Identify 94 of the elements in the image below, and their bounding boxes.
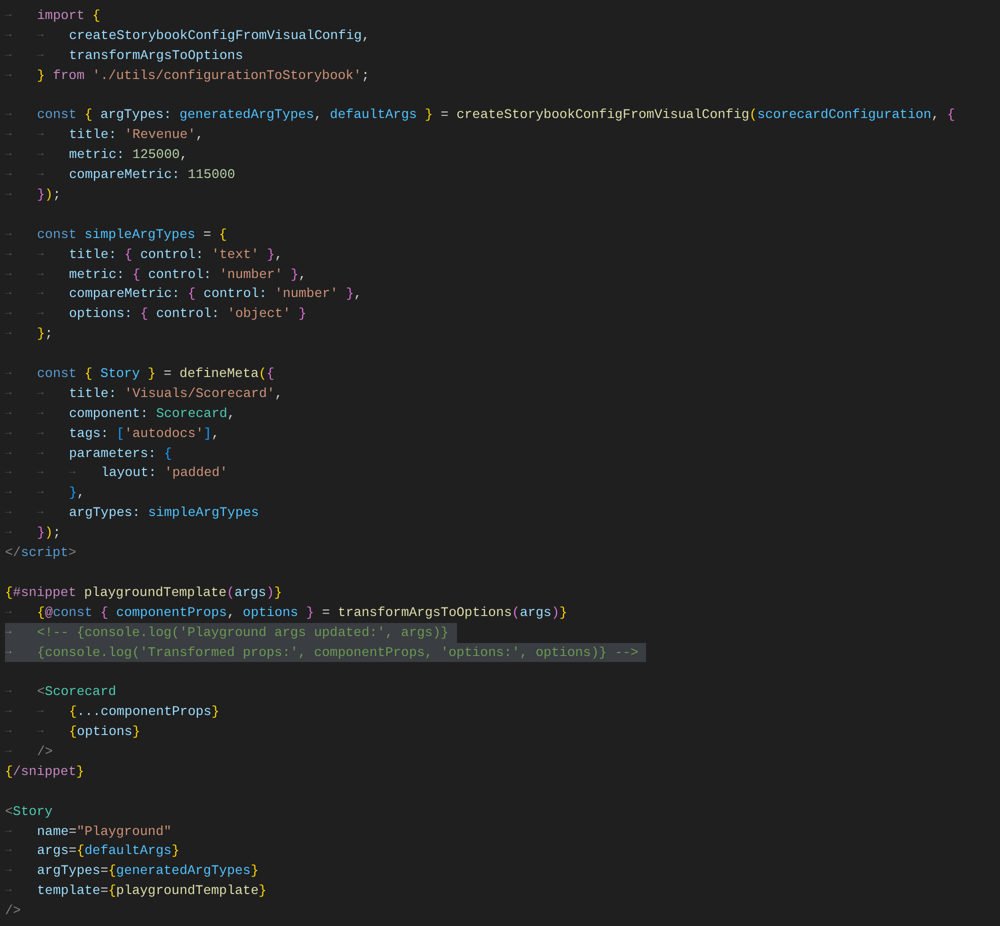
code-line: <Story <box>5 802 52 821</box>
tab-marker: → <box>5 824 13 839</box>
tab-marker: → <box>37 246 45 262</box>
tab-marker: → <box>5 465 13 480</box>
tab-marker: → <box>5 107 13 122</box>
tab-marker: → <box>5 505 13 520</box>
tab-marker: → <box>5 704 13 720</box>
tab-marker: → <box>5 843 13 858</box>
code-line: tags: ['autodocs'], <box>69 424 220 443</box>
code-line: args={defaultArgs} <box>37 842 180 860</box>
tab-marker: → <box>5 525 13 540</box>
code-line: /> <box>5 902 21 920</box>
tab-marker: → <box>5 48 13 63</box>
tab-marker: → <box>5 28 13 43</box>
tab-marker: → <box>5 406 13 421</box>
code-line: name="Playground" <box>37 822 172 841</box>
tab-marker: → <box>5 8 13 23</box>
code-line: metric: { control: 'number' }, <box>69 266 306 284</box>
code-line: const simpleArgTypes = { <box>37 226 227 244</box>
tab-marker: → <box>37 306 45 322</box>
code-line: import { <box>37 7 100 25</box>
tab-marker: → <box>69 465 77 480</box>
code-line: }); <box>37 524 61 542</box>
tab-marker: → <box>5 744 13 759</box>
code-line: parameters: { <box>69 444 172 463</box>
tab-marker: → <box>5 187 13 202</box>
tab-marker: → <box>5 68 13 83</box>
code-line: } from './utils/configurationToStorybook'; <box>37 66 370 85</box>
tab-marker: → <box>5 266 13 282</box>
tab-marker: → <box>37 286 45 302</box>
tab-marker: → <box>5 724 13 740</box>
tab-marker: → <box>5 147 13 162</box>
tab-marker: → <box>5 246 13 262</box>
code-line: compareMetric: 115000 <box>69 166 236 184</box>
tab-marker: → <box>37 127 45 142</box>
tab-marker: → <box>5 883 13 898</box>
code-line: {@const { componentProps, options } = transformArgsToOptions(args)} <box>37 604 568 622</box>
tab-marker: → <box>37 704 45 720</box>
code-line: title: { control: 'text' }, <box>69 246 283 264</box>
code-line: <!-- {console.log('Playground args updated:', args)} <box>37 624 449 642</box>
tab-marker: → <box>5 604 13 620</box>
code-line: metric: 125000, <box>69 146 188 164</box>
tab-marker: → <box>5 326 13 342</box>
tab-marker: → <box>5 286 13 302</box>
tab-marker: → <box>5 426 13 441</box>
tab-marker: → <box>5 386 13 401</box>
code-line: {options} <box>69 723 140 742</box>
tab-marker: → <box>37 28 45 43</box>
code-line: createStorybookConfigFromVisualConfig, <box>69 26 370 45</box>
code-line: compareMetric: { control: 'number' }, <box>69 285 362 304</box>
code-line: transformArgsToOptions <box>69 46 244 65</box>
code-line: {...componentProps} <box>69 703 220 722</box>
tab-marker: → <box>5 863 13 878</box>
code-line: options: { control: 'object' } <box>69 305 306 324</box>
tab-marker: → <box>5 446 13 461</box>
tab-marker: → <box>37 505 45 520</box>
tab-marker: → <box>5 127 13 142</box>
tab-marker: → <box>5 366 13 382</box>
code-line: </script> <box>5 544 76 562</box>
code-line: layout: 'padded' <box>101 464 228 482</box>
tab-marker: → <box>5 485 13 500</box>
tab-marker: → <box>5 306 13 322</box>
tab-marker: → <box>37 266 45 282</box>
tab-marker: → <box>37 406 45 421</box>
code-line: argTypes={generatedArgTypes} <box>37 862 259 880</box>
tab-marker: → <box>37 446 45 461</box>
tab-marker: → <box>37 167 45 182</box>
code-line: }, <box>69 484 85 502</box>
tab-marker: → <box>5 684 13 700</box>
tab-marker: → <box>37 465 45 480</box>
code-line: title: 'Visuals/Scorecard', <box>69 384 283 403</box>
code-line: {#snippet playgroundTemplate(args)} <box>5 584 282 602</box>
code-line: template={playgroundTemplate} <box>37 882 267 900</box>
tab-marker: → <box>5 226 13 242</box>
code-line: {/snippet} <box>5 762 84 781</box>
tab-marker: → <box>5 644 13 660</box>
tab-marker: → <box>5 624 13 640</box>
code-line: const { Story } = defineMeta({ <box>37 365 274 384</box>
code-line: title: 'Revenue', <box>69 126 204 144</box>
tab-marker: → <box>37 485 45 500</box>
tab-marker: → <box>37 48 45 63</box>
code-line: }); <box>37 186 61 204</box>
tab-marker: → <box>37 426 45 441</box>
code-line: <Scorecard <box>37 683 116 702</box>
code-line: {console.log('Transformed props:', componentProps, 'options:', options)} --> <box>37 644 638 662</box>
tab-marker: → <box>37 724 45 740</box>
tab-marker: → <box>5 167 13 182</box>
tab-marker: → <box>37 147 45 162</box>
code-line: }; <box>37 325 53 344</box>
code-line: component: Scorecard, <box>69 404 236 423</box>
code-line: const { argTypes: generatedArgTypes, defaultArgs } = createStorybookConfigFromVisualConfig(scorecardConfiguration, { <box>37 106 956 124</box>
code-line: argTypes: simpleArgTypes <box>69 504 259 522</box>
code-line: /> <box>37 742 53 761</box>
tab-marker: → <box>37 386 45 401</box>
